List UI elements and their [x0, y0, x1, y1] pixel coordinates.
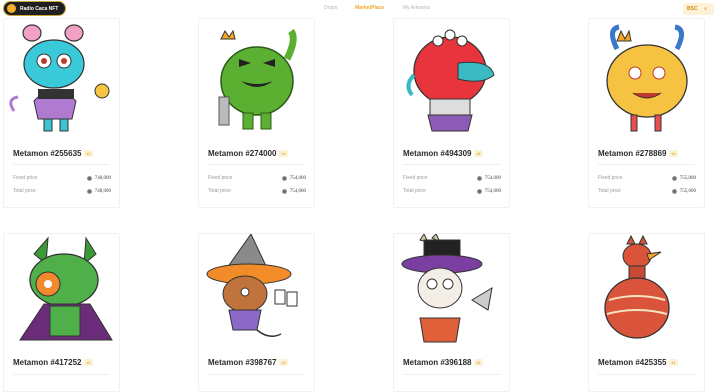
nft-title: Metamon #278869 [598, 149, 667, 158]
total-price-label: Total price [13, 188, 36, 194]
divider [208, 164, 305, 165]
divider [13, 374, 110, 375]
nft-image [589, 19, 704, 137]
fixed-price-value: 754,000 [289, 175, 306, 181]
nav-my-artworks[interactable]: My Artworks [403, 5, 430, 11]
nav-marketplace[interactable]: MarketPlace [355, 5, 384, 11]
coin-icon [476, 175, 482, 181]
divider [13, 164, 110, 165]
total-price-row: Total price 754,000 [208, 187, 306, 195]
coin-icon [476, 188, 482, 194]
nft-card[interactable]: Metamon #398767 x1 [198, 233, 315, 392]
quantity-badge: x1 [669, 150, 678, 157]
nft-image [199, 19, 314, 137]
nft-title: Metamon #417252 [13, 358, 82, 367]
nft-title: Metamon #494309 [403, 149, 472, 158]
nft-title: Metamon #425355 [598, 358, 667, 367]
nft-card[interactable]: Metamon #494309 x1 Fixed price 754,000 T… [393, 18, 510, 208]
fixed-price-row: Fixed price 754,000 [403, 174, 501, 182]
logo-icon [7, 4, 16, 13]
chevron-down-icon: ∨ [703, 6, 708, 12]
network-label: BSC [687, 6, 698, 12]
divider [403, 164, 500, 165]
nft-card[interactable]: Metamon #255635 x1 Fixed price 748,000 T… [3, 18, 120, 208]
total-price-label: Total price [598, 188, 621, 194]
quantity-badge: x1 [474, 150, 483, 157]
quantity-badge: x1 [279, 150, 288, 157]
fixed-price-value: 755,000 [679, 175, 696, 181]
fixed-price-label: Fixed price [598, 175, 623, 181]
coin-icon [671, 188, 677, 194]
fixed-price-label: Fixed price [403, 175, 428, 181]
nft-image [4, 234, 119, 352]
total-price-row: Total price 754,000 [403, 187, 501, 195]
total-price-row: Total price 748,000 [13, 187, 111, 195]
nft-card[interactable]: Metamon #425355 x1 [588, 233, 705, 392]
total-price-row: Total price 755,000 [598, 187, 696, 195]
coin-icon [671, 175, 677, 181]
divider [598, 164, 695, 165]
nft-title: Metamon #274000 [208, 149, 277, 158]
coin-icon [281, 175, 287, 181]
coin-icon [86, 188, 92, 194]
logo-text: Radio Caca NFT [20, 5, 59, 12]
total-price-value: 748,000 [94, 188, 111, 194]
fixed-price-value: 748,000 [94, 175, 111, 181]
nft-image [589, 234, 704, 352]
fixed-price-label: Fixed price [13, 175, 38, 181]
coin-icon [281, 188, 287, 194]
nft-card[interactable]: Metamon #274000 x1 Fixed price 754,000 T… [198, 18, 315, 208]
nft-card[interactable]: Metamon #278869 x1 Fixed price 755,000 T… [588, 18, 705, 208]
fixed-price-row: Fixed price 754,000 [208, 174, 306, 182]
nft-title: Metamon #255635 [13, 149, 82, 158]
nft-image [394, 19, 509, 137]
nft-title: Metamon #396188 [403, 358, 472, 367]
quantity-badge: x1 [279, 359, 288, 366]
total-price-value: 755,000 [679, 188, 696, 194]
quantity-badge: x1 [474, 359, 483, 366]
nft-image [199, 234, 314, 352]
total-price-label: Total price [208, 188, 231, 194]
nft-image [394, 234, 509, 352]
divider [403, 374, 500, 375]
fixed-price-value: 754,000 [484, 175, 501, 181]
nft-card[interactable]: Metamon #396188 x1 [393, 233, 510, 392]
fixed-price-label: Fixed price [208, 175, 233, 181]
divider [598, 374, 695, 375]
coin-icon [86, 175, 92, 181]
total-price-value: 754,000 [289, 188, 306, 194]
nav-drops[interactable]: Drops [324, 5, 337, 11]
fixed-price-row: Fixed price 755,000 [598, 174, 696, 182]
total-price-value: 754,000 [484, 188, 501, 194]
quantity-badge: x1 [84, 150, 93, 157]
brand-logo[interactable]: Radio Caca NFT [3, 1, 66, 16]
quantity-badge: x1 [669, 359, 678, 366]
nft-image [4, 19, 119, 137]
divider [208, 374, 305, 375]
network-selector[interactable]: BSC ∨ [683, 3, 714, 15]
total-price-label: Total price [403, 188, 426, 194]
quantity-badge: x1 [84, 359, 93, 366]
fixed-price-row: Fixed price 748,000 [13, 174, 111, 182]
top-header: Radio Caca NFT Drops MarketPlace My Artw… [0, 0, 724, 18]
nft-title: Metamon #398767 [208, 358, 277, 367]
nft-card[interactable]: Metamon #417252 x1 [3, 233, 120, 392]
